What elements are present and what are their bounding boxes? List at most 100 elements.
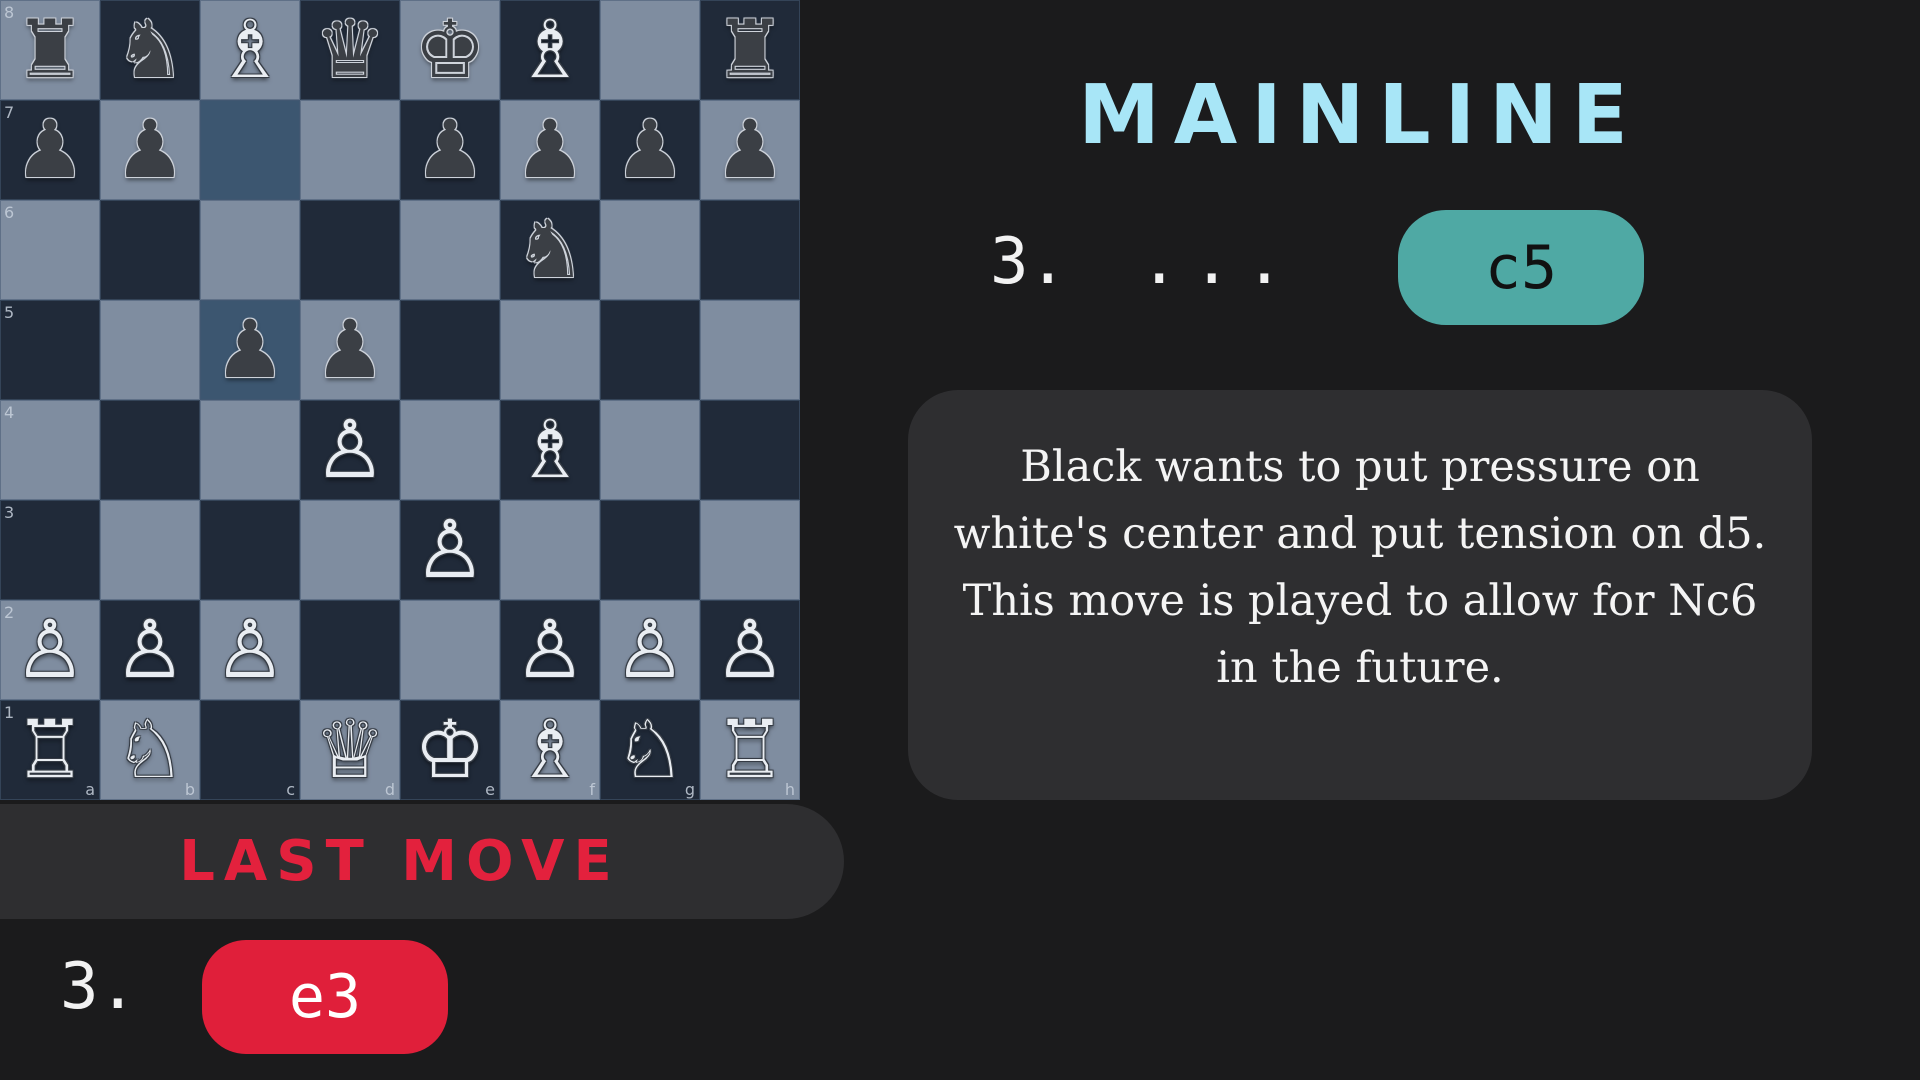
white-knight-icon[interactable]: ♘ xyxy=(101,701,199,799)
square-d2[interactable] xyxy=(300,600,400,700)
square-d1[interactable]: d ♕ xyxy=(300,700,400,800)
square-f5[interactable] xyxy=(500,300,600,400)
square-b2[interactable]: ♙ xyxy=(100,600,200,700)
square-c5[interactable]: ♟ xyxy=(200,300,300,400)
square-b3[interactable] xyxy=(100,500,200,600)
square-h3[interactable] xyxy=(700,500,800,600)
black-king-icon[interactable]: ♚ xyxy=(401,1,499,99)
white-bishop-icon[interactable]: ♗ xyxy=(501,1,599,99)
square-f7[interactable]: ♟ xyxy=(500,100,600,200)
square-f3[interactable] xyxy=(500,500,600,600)
square-d5[interactable]: ♟ xyxy=(300,300,400,400)
square-g1[interactable]: g ♘ xyxy=(600,700,700,800)
square-b6[interactable] xyxy=(100,200,200,300)
square-c4[interactable] xyxy=(200,400,300,500)
square-h4[interactable] xyxy=(700,400,800,500)
white-rook-icon[interactable]: ♖ xyxy=(1,701,99,799)
square-g2[interactable]: ♙ xyxy=(600,600,700,700)
square-c3[interactable] xyxy=(200,500,300,600)
square-e5[interactable] xyxy=(400,300,500,400)
square-b1[interactable]: b ♘ xyxy=(100,700,200,800)
square-c8[interactable]: ♗ xyxy=(200,0,300,100)
white-king-icon[interactable]: ♔ xyxy=(401,701,499,799)
square-h5[interactable] xyxy=(700,300,800,400)
last-move-header: LAST MOVE xyxy=(0,804,844,919)
square-c6[interactable] xyxy=(200,200,300,300)
square-a2[interactable]: 2 ♙ xyxy=(0,600,100,700)
square-e6[interactable] xyxy=(400,200,500,300)
black-pawn-icon[interactable]: ♟ xyxy=(1,101,99,199)
square-b7[interactable]: ♟ xyxy=(100,100,200,200)
mainline-ellipsis: ... xyxy=(1140,225,1298,299)
square-g6[interactable] xyxy=(600,200,700,300)
square-g3[interactable] xyxy=(600,500,700,600)
square-d4[interactable]: ♙ xyxy=(300,400,400,500)
square-c2[interactable]: ♙ xyxy=(200,600,300,700)
square-e2[interactable] xyxy=(400,600,500,700)
square-d8[interactable]: ♛ xyxy=(300,0,400,100)
black-pawn-icon[interactable]: ♟ xyxy=(301,301,399,399)
black-pawn-icon[interactable]: ♟ xyxy=(401,101,499,199)
white-pawn-icon[interactable]: ♙ xyxy=(301,401,399,499)
square-h6[interactable] xyxy=(700,200,800,300)
white-rook-icon[interactable]: ♖ xyxy=(701,701,799,799)
square-a7[interactable]: 7 ♟ xyxy=(0,100,100,200)
square-b5[interactable] xyxy=(100,300,200,400)
white-bishop-icon[interactable]: ♗ xyxy=(201,1,299,99)
square-c7[interactable] xyxy=(200,100,300,200)
square-h1[interactable]: h ♖ xyxy=(700,700,800,800)
square-b8[interactable]: ♞ xyxy=(100,0,200,100)
square-h8[interactable]: ♜ xyxy=(700,0,800,100)
square-g7[interactable]: ♟ xyxy=(600,100,700,200)
black-queen-icon[interactable]: ♛ xyxy=(301,1,399,99)
square-h2[interactable]: ♙ xyxy=(700,600,800,700)
mainline-title: MAINLINE xyxy=(1078,68,1642,163)
black-knight-icon[interactable]: ♞ xyxy=(501,201,599,299)
square-d6[interactable] xyxy=(300,200,400,300)
white-pawn-icon[interactable]: ♙ xyxy=(201,601,299,699)
white-bishop-icon[interactable]: ♗ xyxy=(501,401,599,499)
white-knight-icon[interactable]: ♘ xyxy=(601,701,699,799)
black-pawn-icon[interactable]: ♟ xyxy=(201,301,299,399)
white-pawn-icon[interactable]: ♙ xyxy=(101,601,199,699)
square-a8[interactable]: 8 ♜ xyxy=(0,0,100,100)
square-d3[interactable] xyxy=(300,500,400,600)
black-pawn-icon[interactable]: ♟ xyxy=(601,101,699,199)
square-a1[interactable]: 1 a ♖ xyxy=(0,700,100,800)
square-f8[interactable]: ♗ xyxy=(500,0,600,100)
square-g5[interactable] xyxy=(600,300,700,400)
square-e1[interactable]: e ♔ xyxy=(400,700,500,800)
square-f1[interactable]: f ♗ xyxy=(500,700,600,800)
square-b4[interactable] xyxy=(100,400,200,500)
black-pawn-icon[interactable]: ♟ xyxy=(101,101,199,199)
square-f6[interactable]: ♞ xyxy=(500,200,600,300)
white-pawn-icon[interactable]: ♙ xyxy=(401,501,499,599)
square-e4[interactable] xyxy=(400,400,500,500)
chess-board[interactable]: 8 ♜ ♞ ♗ ♛ ♚ ♗ ♜ 7 ♟ ♟ ♟ ♟ ♟ ♟ 6 ♞ 5 ♟ ♟ 4 ♙ ♗ 3 ♙ 2 ♙ ♙ ♙ ♙ ♙ ♙ 1 a ♖ b ♘ c d ♕… xyxy=(0,0,800,800)
white-pawn-icon[interactable]: ♙ xyxy=(1,601,99,699)
white-pawn-icon[interactable]: ♙ xyxy=(501,601,599,699)
square-a3[interactable]: 3 xyxy=(0,500,100,600)
black-rook-icon[interactable]: ♜ xyxy=(1,1,99,99)
square-d7[interactable] xyxy=(300,100,400,200)
square-h7[interactable]: ♟ xyxy=(700,100,800,200)
square-f2[interactable]: ♙ xyxy=(500,600,600,700)
square-e3[interactable]: ♙ xyxy=(400,500,500,600)
square-g4[interactable] xyxy=(600,400,700,500)
black-pawn-icon[interactable]: ♟ xyxy=(501,101,599,199)
white-pawn-icon[interactable]: ♙ xyxy=(601,601,699,699)
white-pawn-icon[interactable]: ♙ xyxy=(701,601,799,699)
square-e8[interactable]: ♚ xyxy=(400,0,500,100)
white-queen-icon[interactable]: ♕ xyxy=(301,701,399,799)
square-f4[interactable]: ♗ xyxy=(500,400,600,500)
square-a6[interactable]: 6 xyxy=(0,200,100,300)
black-rook-icon[interactable]: ♜ xyxy=(701,1,799,99)
square-e7[interactable]: ♟ xyxy=(400,100,500,200)
square-g8[interactable] xyxy=(600,0,700,100)
square-a4[interactable]: 4 xyxy=(0,400,100,500)
square-c1[interactable]: c xyxy=(200,700,300,800)
square-a5[interactable]: 5 xyxy=(0,300,100,400)
black-pawn-icon[interactable]: ♟ xyxy=(701,101,799,199)
black-knight-icon[interactable]: ♞ xyxy=(101,1,199,99)
white-bishop-icon[interactable]: ♗ xyxy=(501,701,599,799)
